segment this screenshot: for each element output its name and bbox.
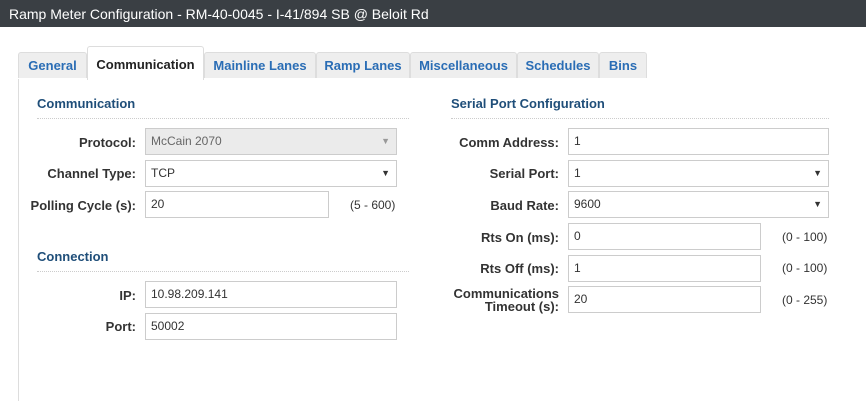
- polling-cycle-range: (5 - 600): [350, 198, 396, 212]
- connection-heading: Connection: [37, 249, 109, 264]
- polling-cycle-input[interactable]: 20: [145, 191, 329, 218]
- serial-port-divider: [451, 118, 829, 119]
- rts-on-range: (0 - 100): [782, 230, 828, 244]
- tab-communication[interactable]: Communication: [87, 46, 204, 80]
- serial-port-heading: Serial Port Configuration: [451, 96, 605, 111]
- serial-port-value: 1: [574, 166, 581, 180]
- ip-label: IP:: [119, 288, 136, 303]
- protocol-value: McCain 2070: [151, 134, 222, 148]
- chevron-down-icon: ▼: [381, 136, 390, 146]
- channel-type-value: TCP: [151, 166, 175, 180]
- protocol-label: Protocol:: [78, 135, 136, 150]
- tab-ramp-lanes[interactable]: Ramp Lanes: [316, 52, 410, 78]
- chevron-down-icon: ▼: [381, 168, 390, 178]
- serial-port-select[interactable]: 1 ▼: [568, 160, 829, 187]
- comm-timeout-range: (0 - 255): [782, 293, 828, 307]
- connection-divider: [37, 271, 409, 272]
- tab-bins[interactable]: Bins: [599, 52, 647, 78]
- polling-cycle-label: Polling Cycle (s):: [30, 198, 136, 213]
- comm-timeout-label-line2: Timeout (s):: [484, 299, 559, 314]
- rts-on-label: Rts On (ms):: [481, 230, 559, 245]
- baud-rate-value: 9600: [574, 197, 601, 211]
- serial-port-label: Serial Port:: [489, 166, 559, 181]
- protocol-select: McCain 2070 ▼: [145, 128, 397, 155]
- ip-input[interactable]: 10.98.209.141: [145, 281, 397, 308]
- rts-off-range: (0 - 100): [782, 261, 828, 275]
- chevron-down-icon: ▼: [813, 199, 822, 209]
- communication-heading: Communication: [37, 96, 136, 111]
- comm-timeout-input[interactable]: 20: [568, 286, 761, 313]
- baud-rate-select[interactable]: 9600 ▼: [568, 191, 829, 218]
- channel-type-label: Channel Type:: [47, 166, 136, 181]
- tab-mainline-lanes[interactable]: Mainline Lanes: [204, 52, 316, 78]
- window-title-bar: Ramp Meter Configuration - RM-40-0045 - …: [0, 0, 866, 27]
- comm-timeout-label: Communications Timeout (s):: [420, 287, 559, 313]
- comm-address-label: Comm Address:: [459, 135, 559, 150]
- comm-address-input[interactable]: 1: [568, 128, 829, 155]
- chevron-down-icon: ▼: [813, 168, 822, 178]
- port-input[interactable]: 50002: [145, 313, 397, 340]
- communication-divider: [37, 118, 409, 119]
- baud-rate-label: Baud Rate:: [490, 198, 559, 213]
- tab-general[interactable]: General: [18, 52, 87, 78]
- rts-off-label: Rts Off (ms):: [480, 261, 559, 276]
- port-label: Port:: [105, 319, 136, 334]
- tab-miscellaneous[interactable]: Miscellaneous: [410, 52, 517, 78]
- rts-off-input[interactable]: 1: [568, 255, 761, 282]
- rts-on-input[interactable]: 0: [568, 223, 761, 250]
- window-title: Ramp Meter Configuration - RM-40-0045 - …: [9, 6, 429, 22]
- channel-type-select[interactable]: TCP ▼: [145, 160, 397, 187]
- tab-schedules[interactable]: Schedules: [517, 52, 599, 78]
